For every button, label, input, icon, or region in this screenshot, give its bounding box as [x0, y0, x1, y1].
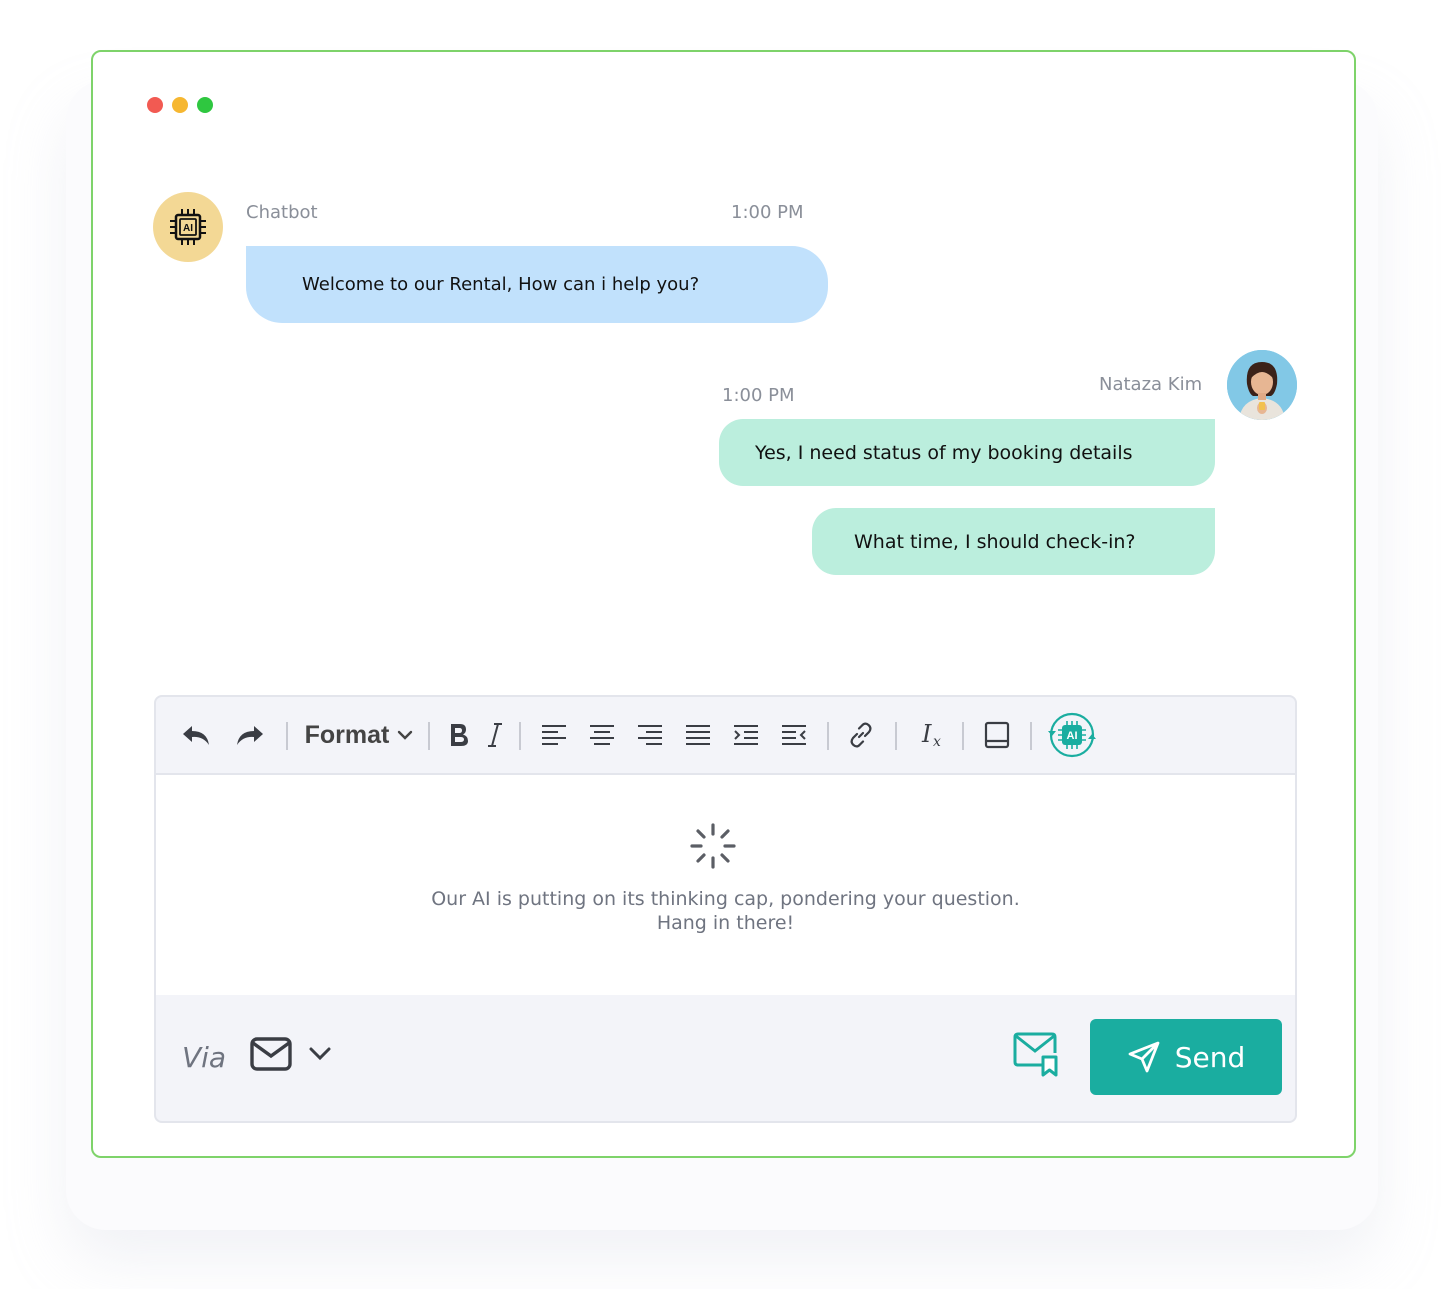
mail-bookmark-icon — [1013, 1032, 1058, 1077]
align-left-icon — [542, 725, 566, 745]
link-icon — [850, 722, 872, 748]
template-button[interactable] — [978, 715, 1016, 755]
format-label: Format — [304, 720, 390, 749]
bold-icon — [451, 724, 468, 746]
svg-text:x: x — [933, 734, 941, 749]
toolbar-separator — [962, 722, 964, 750]
align-justify-button[interactable] — [680, 715, 716, 755]
thinking-line: Our AI is putting on its thinking cap, p… — [431, 888, 1020, 910]
clear-format-button[interactable]: I x — [914, 715, 952, 755]
maximize-dot[interactable] — [197, 97, 213, 113]
outdent-button[interactable] — [776, 715, 812, 755]
outdent-icon — [782, 725, 806, 745]
link-button[interactable] — [842, 715, 880, 755]
channel-selector[interactable] — [250, 1037, 332, 1071]
undo-button[interactable] — [176, 715, 216, 755]
undo-icon — [183, 726, 209, 745]
close-dot[interactable] — [147, 97, 163, 113]
align-justify-icon — [686, 725, 710, 745]
svg-text:AI: AI — [1067, 730, 1078, 742]
toolbar-separator — [428, 722, 430, 750]
bot-message: Welcome to our Rental, How can i help yo… — [246, 246, 828, 323]
loading-spinner-icon — [690, 823, 736, 869]
send-button[interactable]: Send — [1090, 1019, 1282, 1095]
toolbar-separator — [286, 722, 288, 750]
user-message: Yes, I need status of my booking details — [719, 419, 1215, 486]
bot-name: Chatbot — [246, 202, 318, 223]
editor-content[interactable]: Our AI is putting on its thinking cap, p… — [156, 775, 1295, 995]
align-right-button[interactable] — [632, 715, 668, 755]
reply-editor: Format I x AI Our AI is putting on its t… — [154, 695, 1297, 1123]
user-message-text: What time, I should check-in? — [854, 530, 1136, 553]
user-timestamp: 1:00 PM — [722, 385, 795, 406]
clear-format-icon: I x — [921, 721, 941, 749]
minimize-dot[interactable] — [172, 97, 188, 113]
window-controls — [147, 97, 213, 113]
user-name: Nataza Kim — [1099, 374, 1203, 395]
italic-button[interactable] — [480, 715, 510, 755]
align-left-button[interactable] — [536, 715, 572, 755]
svg-text:AI: AI — [183, 223, 193, 234]
bot-timestamp: 1:00 PM — [731, 202, 804, 223]
bot-message-text: Welcome to our Rental, How can i help yo… — [302, 274, 700, 295]
chatbot-avatar: AI — [153, 192, 223, 262]
toolbar-separator — [519, 722, 521, 750]
format-dropdown[interactable]: Format — [298, 715, 420, 755]
send-label: Send — [1174, 1040, 1246, 1074]
bold-button[interactable] — [444, 715, 474, 755]
via-label: Via — [182, 1041, 227, 1074]
indent-icon — [734, 725, 758, 745]
thinking-line: Hang in there! — [656, 912, 795, 934]
user-message: What time, I should check-in? — [812, 508, 1215, 575]
mail-icon — [250, 1037, 292, 1071]
align-center-icon — [590, 725, 614, 745]
ai-assist-icon: AI — [1048, 712, 1096, 758]
align-right-icon — [638, 725, 662, 745]
toolbar-separator — [1030, 722, 1032, 750]
editor-toolbar: Format I x AI — [156, 697, 1295, 775]
editor-footer: Via Send — [156, 995, 1295, 1121]
book-icon — [984, 721, 1010, 749]
redo-button[interactable] — [230, 715, 270, 755]
user-photo — [1227, 350, 1297, 420]
user-avatar[interactable] — [1227, 350, 1297, 420]
italic-icon — [488, 723, 502, 747]
align-center-button[interactable] — [584, 715, 620, 755]
ai-chip-icon: AI — [170, 209, 206, 245]
send-icon — [1128, 1041, 1160, 1073]
email-template-button[interactable] — [1012, 1031, 1060, 1079]
toolbar-separator — [827, 722, 829, 750]
ai-assist-button[interactable]: AI — [1044, 711, 1100, 759]
svg-text:I: I — [921, 721, 932, 748]
indent-button[interactable] — [728, 715, 764, 755]
chat-window: AI Chatbot 1:00 PM Welcome to our Rental… — [91, 50, 1356, 1158]
chevron-down-icon — [309, 1047, 331, 1061]
toolbar-separator — [895, 722, 897, 750]
ai-thinking-message: Our AI is putting on its thinking cap, p… — [156, 887, 1295, 935]
user-message-text: Yes, I need status of my booking details — [755, 441, 1133, 464]
redo-icon — [237, 726, 263, 745]
chevron-down-icon — [398, 730, 413, 740]
